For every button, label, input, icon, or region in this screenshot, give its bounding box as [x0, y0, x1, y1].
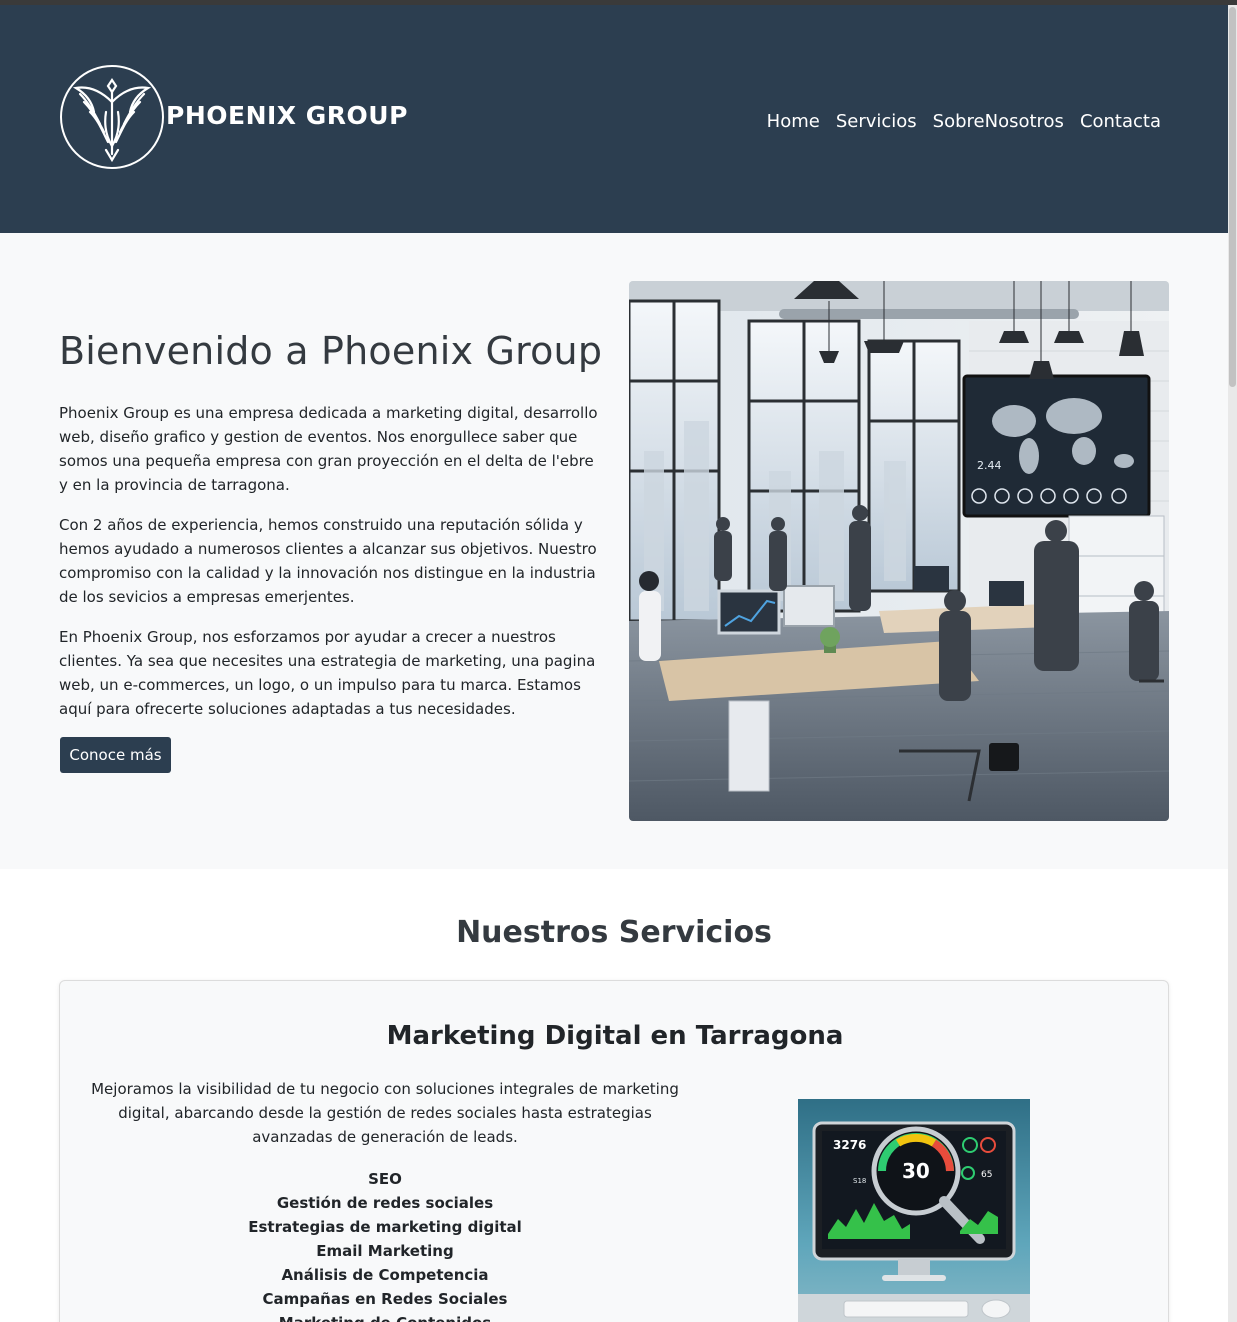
dashboard-readout-left: 3276 [833, 1138, 866, 1152]
service-item: Email Marketing [316, 1242, 454, 1260]
site-header: PHOENIX GROUP Home Servicios SobreNosotr… [0, 5, 1228, 233]
scrollbar-thumb[interactable] [1229, 7, 1236, 387]
service-card-title: Marketing Digital en Tarragona [386, 1021, 844, 1051]
nav-item-sobrenosotros[interactable]: SobreNosotros [933, 111, 1064, 132]
seo-analytics-image: 3276 S18 30 65 [798, 1099, 1030, 1322]
hero-paragraph: En Phoenix Group, nos esforzamos por ayu… [59, 628, 596, 718]
dashboard-readout-right: 65 [981, 1170, 992, 1180]
hero-paragraph: Phoenix Group es una empresa dedicada a … [59, 404, 598, 494]
service-card-description: Mejoramos la visibilidad de tu negocio c… [91, 1080, 679, 1146]
phoenix-bird-icon [60, 65, 164, 169]
main-nav: Home Servicios SobreNosotros Contacta [767, 111, 1161, 132]
service-item: Análisis de Competencia [281, 1266, 489, 1284]
nav-item-servicios[interactable]: Servicios [836, 111, 917, 132]
service-card-marketing: Marketing Digital en Tarragona Mejoramos… [59, 980, 1169, 1322]
office-image: 2.44 [629, 281, 1169, 821]
screen-readout: 2.44 [977, 459, 1002, 472]
service-item: Marketing de Contenidos [85, 1311, 685, 1322]
service-item: Gestión de redes sociales [276, 1194, 494, 1212]
service-item: Estrategias de marketing digital [248, 1218, 522, 1236]
hero-paragraph: Con 2 años de experiencia, hemos constru… [59, 516, 597, 606]
page-scrollbar[interactable] [1228, 5, 1237, 1322]
nav-item-contacta[interactable]: Contacta [1080, 111, 1161, 132]
service-item: SEO [368, 1170, 402, 1188]
brand-logo[interactable]: PHOENIX GROUP [60, 65, 408, 169]
nav-item-home[interactable]: Home [767, 111, 820, 132]
service-list: SEO Gestión de redes sociales Estrategia… [85, 1167, 685, 1322]
dashboard-readout-small: S18 [853, 1177, 866, 1185]
service-item: Campañas en Redes Sociales [262, 1290, 508, 1308]
hero-title: Bienvenido a Phoenix Group [59, 329, 603, 373]
services-title: Nuestros Servicios [456, 915, 772, 950]
hero-text: Phoenix Group es una empresa dedicada a … [59, 401, 604, 737]
learn-more-button[interactable]: Conoce más [60, 737, 171, 773]
hero-section: Bienvenido a Phoenix Group Phoenix Group… [0, 233, 1228, 869]
gauge-readout: 30 [902, 1159, 930, 1183]
brand-name: PHOENIX GROUP [166, 100, 408, 130]
